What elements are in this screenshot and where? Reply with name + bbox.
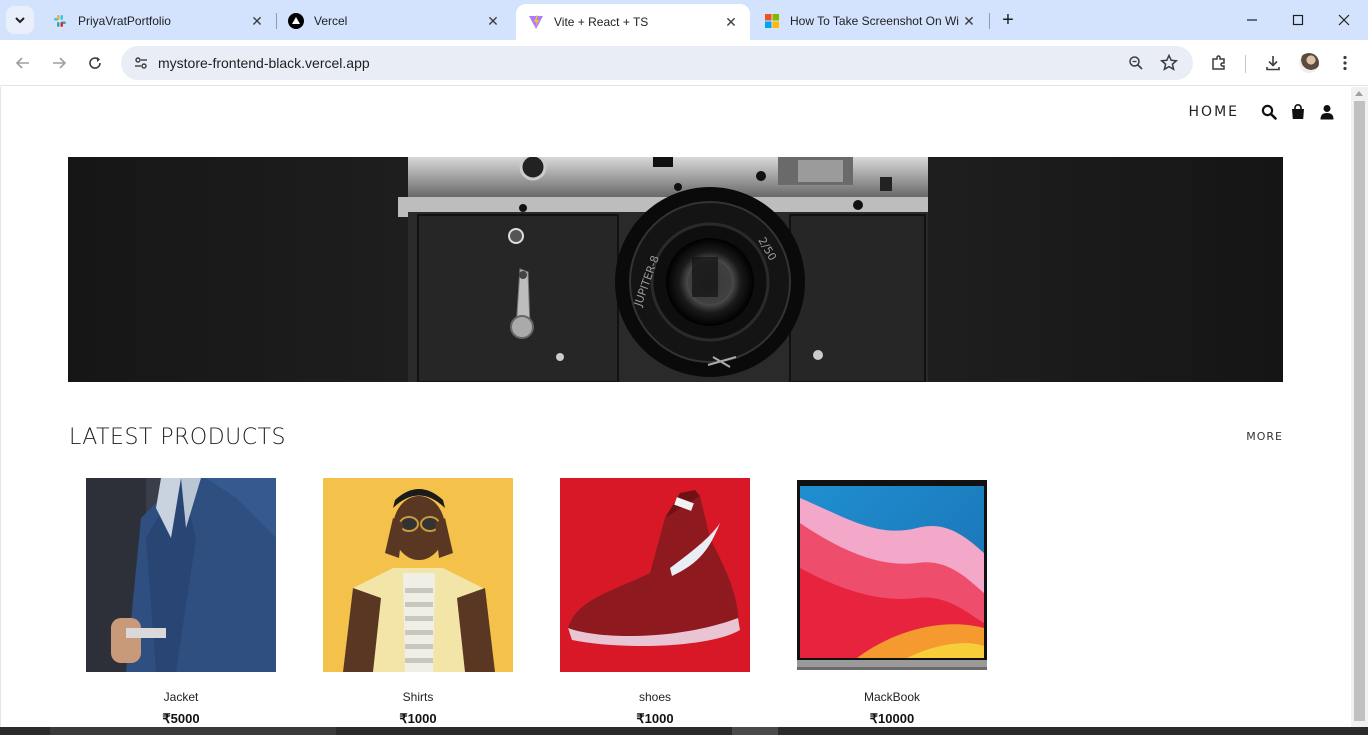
taskbar-search[interactable] bbox=[50, 727, 336, 735]
close-icon[interactable]: ✕ bbox=[484, 12, 502, 30]
close-icon bbox=[1338, 14, 1350, 26]
chevron-down-icon bbox=[15, 17, 25, 24]
minimize-icon bbox=[1247, 19, 1257, 21]
tab-title: Vercel bbox=[314, 14, 348, 28]
page-scrollbar[interactable] bbox=[1351, 87, 1368, 727]
product-name[interactable]: Jacket bbox=[86, 690, 276, 704]
shopping-bag-icon[interactable] bbox=[1287, 101, 1309, 123]
close-icon[interactable]: ✕ bbox=[960, 12, 978, 30]
tab-separator bbox=[989, 13, 990, 29]
latest-products-header: LATEST PRODUCTS MORE bbox=[69, 425, 1283, 455]
product-card-macbook[interactable]: MackBook ₹10000 bbox=[797, 478, 987, 727]
tab-title: Vite + React + TS bbox=[554, 15, 649, 29]
product-image[interactable] bbox=[560, 478, 750, 672]
tab-strip: PriyaVratPortfolio ✕ Vercel ✕ Vite + Rea… bbox=[0, 0, 1368, 40]
web-page: HOME JUPITER-8 2/50 LATEST PRODUCTS MORE… bbox=[0, 87, 1351, 727]
arrow-right-icon bbox=[53, 57, 67, 69]
back-button[interactable] bbox=[9, 49, 37, 77]
browser-menu-button[interactable] bbox=[1331, 49, 1359, 77]
tab-title: How To Take Screenshot On Wi bbox=[790, 14, 959, 28]
browser-toolbar: mystore-frontend-black.vercel.app bbox=[0, 40, 1368, 86]
slack-like-icon bbox=[52, 13, 68, 29]
user-icon[interactable] bbox=[1316, 101, 1338, 123]
close-icon[interactable]: ✕ bbox=[722, 13, 740, 31]
close-window-button[interactable] bbox=[1321, 4, 1367, 36]
search-icon[interactable] bbox=[1258, 101, 1280, 123]
vercel-icon bbox=[288, 13, 304, 29]
tab-vercel[interactable]: Vercel ✕ bbox=[276, 6, 512, 36]
close-icon[interactable]: ✕ bbox=[248, 12, 266, 30]
site-info-icon[interactable] bbox=[129, 51, 153, 75]
maximize-button[interactable] bbox=[1275, 4, 1321, 36]
taskbar-app[interactable] bbox=[732, 727, 778, 735]
product-card-shoes[interactable]: shoes ₹1000 bbox=[560, 478, 750, 727]
bookmark-star-icon[interactable] bbox=[1157, 51, 1181, 75]
product-image[interactable] bbox=[323, 478, 513, 672]
windows-icon bbox=[764, 13, 780, 29]
scrollbar-thumb[interactable] bbox=[1354, 101, 1365, 721]
site-navbar: HOME bbox=[1189, 101, 1338, 123]
nav-home-link[interactable]: HOME bbox=[1189, 104, 1239, 120]
arrow-left-icon bbox=[15, 57, 29, 69]
product-image[interactable] bbox=[86, 478, 276, 672]
more-link[interactable]: MORE bbox=[1246, 430, 1283, 443]
product-price: ₹1000 bbox=[636, 711, 674, 726]
tab-title: PriyaVratPortfolio bbox=[78, 14, 171, 28]
zoom-icon[interactable] bbox=[1124, 51, 1148, 75]
product-name[interactable]: Shirts bbox=[323, 690, 513, 704]
url-text[interactable]: mystore-frontend-black.vercel.app bbox=[158, 55, 370, 71]
product-card-jacket[interactable]: Jacket ₹5000 bbox=[86, 478, 276, 727]
product-card-shirts[interactable]: Shirts ₹1000 bbox=[323, 478, 513, 727]
product-image[interactable] bbox=[797, 478, 987, 672]
reload-icon bbox=[89, 57, 101, 69]
minimize-button[interactable] bbox=[1229, 4, 1275, 36]
maximize-icon bbox=[1292, 14, 1304, 26]
reload-button[interactable] bbox=[81, 49, 109, 77]
avatar bbox=[1299, 53, 1319, 73]
os-taskbar bbox=[0, 727, 1368, 735]
profile-avatar[interactable] bbox=[1295, 49, 1323, 77]
tab-portfolio[interactable]: PriyaVratPortfolio ✕ bbox=[40, 6, 276, 36]
tab-search-button[interactable] bbox=[6, 6, 34, 34]
plus-icon: + bbox=[1002, 8, 1014, 31]
tab-screenshot-article[interactable]: How To Take Screenshot On Wi ✕ bbox=[752, 6, 988, 36]
product-name[interactable]: shoes bbox=[560, 690, 750, 704]
section-title: LATEST PRODUCTS bbox=[69, 425, 287, 450]
toolbar-divider bbox=[1245, 55, 1246, 73]
new-tab-button[interactable]: + bbox=[996, 8, 1020, 32]
product-price: ₹5000 bbox=[162, 711, 200, 726]
address-bar[interactable]: mystore-frontend-black.vercel.app bbox=[121, 46, 1193, 80]
camera-image: JUPITER-8 2/50 bbox=[68, 157, 1283, 382]
more-vertical-icon bbox=[1343, 55, 1347, 71]
product-price: ₹1000 bbox=[399, 711, 437, 726]
product-price: ₹10000 bbox=[869, 711, 915, 726]
forward-button[interactable] bbox=[45, 49, 73, 77]
tab-vite-app[interactable]: Vite + React + TS ✕ bbox=[516, 4, 750, 40]
vite-icon bbox=[528, 14, 544, 30]
product-name[interactable]: MackBook bbox=[797, 690, 987, 704]
download-icon[interactable] bbox=[1259, 49, 1287, 77]
scroll-up-arrow-icon[interactable] bbox=[1355, 91, 1363, 96]
extensions-icon[interactable] bbox=[1205, 49, 1233, 77]
hero-banner: JUPITER-8 2/50 bbox=[68, 157, 1283, 382]
